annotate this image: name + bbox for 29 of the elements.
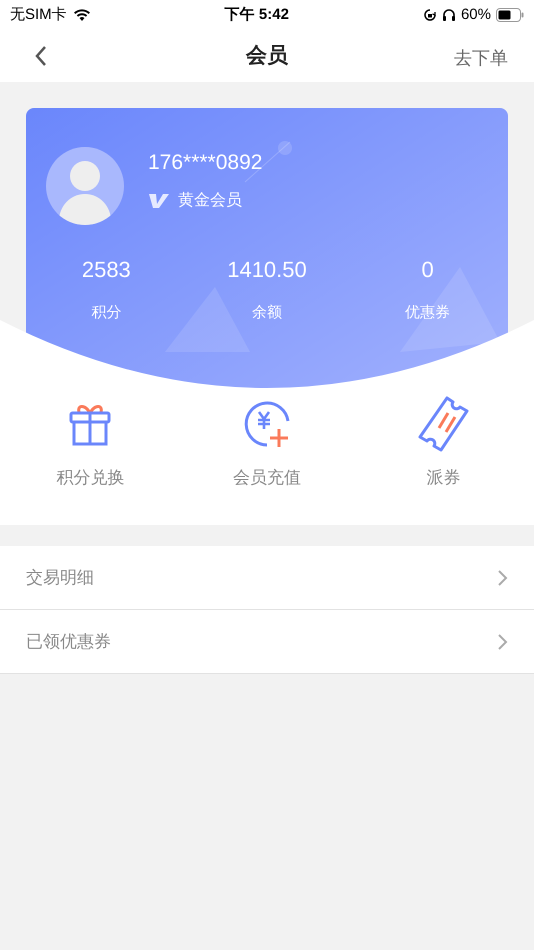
back-icon xyxy=(34,45,48,67)
battery-percent: 60% xyxy=(460,4,491,25)
menu-item[interactable]: 交易明细 xyxy=(0,546,534,610)
order-link[interactable]: 去下单 xyxy=(454,44,508,72)
clock-text: 下午 5:42 xyxy=(224,4,289,25)
headphones-icon xyxy=(442,8,456,22)
chevron-icon xyxy=(496,568,508,586)
stat-label: 余额 xyxy=(252,303,282,323)
action-button[interactable]: 积分兑换 xyxy=(2,394,179,490)
stat-label: 积分 xyxy=(91,303,122,323)
member-level: 黄金会员 xyxy=(178,190,242,211)
ticket-icon xyxy=(416,394,471,452)
menu-item[interactable]: 已领优惠券 xyxy=(0,610,534,674)
page-title: 会员 xyxy=(246,43,288,70)
stat-label: 优惠券 xyxy=(405,303,450,323)
carrier-text: 无SIM卡 xyxy=(10,4,67,25)
action-button[interactable]: 会员充值 xyxy=(178,394,356,490)
phone-number: 176****0892 xyxy=(148,150,262,176)
chevron-icon xyxy=(496,632,508,650)
stat-value: 0 xyxy=(422,256,434,284)
rotation-lock-icon xyxy=(422,8,437,22)
avatar-icon xyxy=(46,147,124,225)
stat-value: 2583 xyxy=(82,256,131,284)
wifi-icon xyxy=(72,8,91,22)
yuan-plus-icon xyxy=(242,398,292,448)
v-badge-icon xyxy=(148,192,170,209)
stat-value: 1410.50 xyxy=(227,256,307,284)
battery-icon xyxy=(496,8,524,22)
action-button[interactable]: 派券 xyxy=(355,394,532,490)
